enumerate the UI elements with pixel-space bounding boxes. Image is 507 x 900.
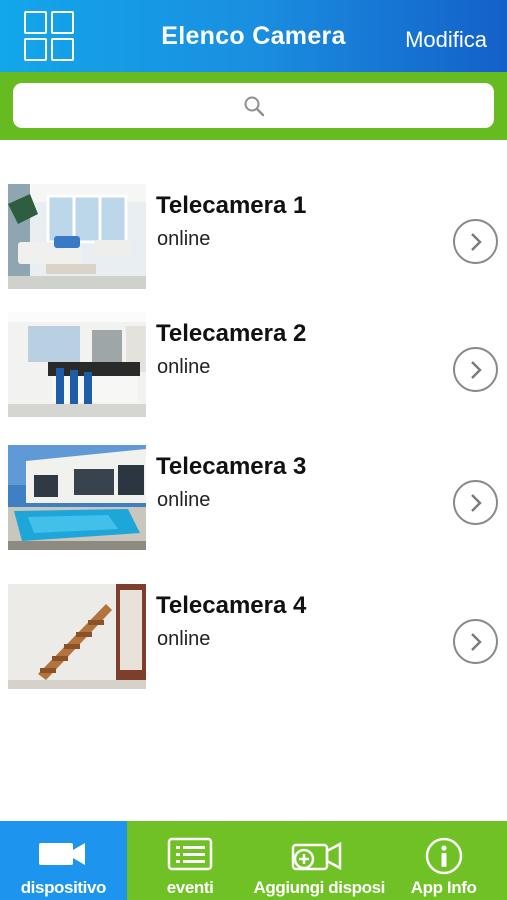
- tab-label: dispositivo: [20, 878, 107, 897]
- camera-status: online: [157, 489, 211, 511]
- camera-thumbnail: [8, 584, 146, 689]
- tab-app-info[interactable]: App Info: [380, 821, 507, 900]
- edit-button[interactable]: Modifica: [405, 27, 487, 53]
- camera-row[interactable]: Telecamera 1 online: [0, 184, 507, 294]
- add-camera-icon: [291, 841, 342, 871]
- chevron-right-icon[interactable]: [453, 619, 498, 664]
- tab-label: App Info: [410, 878, 477, 897]
- camera-status: online: [157, 628, 211, 650]
- camera-status: online: [157, 356, 211, 378]
- camera-name: Telecamera 2: [156, 320, 307, 347]
- camera-thumbnail: [8, 445, 146, 550]
- chevron-right-icon[interactable]: [453, 480, 498, 525]
- search-bar: [0, 72, 507, 140]
- info-icon: [425, 837, 462, 875]
- list-icon: [167, 837, 213, 871]
- tab-label: eventi: [166, 878, 214, 897]
- tab-bar: dispositivo eventi Aggiungi disposi App …: [0, 821, 507, 900]
- video-camera-icon: [39, 843, 86, 865]
- camera-name: Telecamera 3: [156, 453, 307, 480]
- camera-row[interactable]: Telecamera 3 online: [0, 445, 507, 555]
- tab-dispositivo[interactable]: dispositivo: [0, 821, 127, 900]
- tab-eventi[interactable]: eventi: [127, 821, 254, 900]
- camera-row[interactable]: Telecamera 4 online: [0, 584, 507, 694]
- app-header: Elenco Camera Modifica: [0, 0, 507, 72]
- chevron-right-icon[interactable]: [453, 347, 498, 392]
- camera-status: online: [157, 228, 211, 250]
- camera-name: Telecamera 1: [156, 192, 307, 219]
- search-input[interactable]: [13, 83, 494, 128]
- chevron-right-icon[interactable]: [453, 219, 498, 264]
- camera-row[interactable]: Telecamera 2 online: [0, 312, 507, 422]
- search-icon: [244, 96, 264, 116]
- tab-label: Aggiungi disposi: [253, 878, 386, 897]
- camera-thumbnail: [8, 312, 146, 417]
- camera-name: Telecamera 4: [156, 592, 307, 619]
- camera-thumbnail: [8, 184, 146, 289]
- tab-aggiungi-dispositivo[interactable]: Aggiungi disposi: [253, 821, 386, 900]
